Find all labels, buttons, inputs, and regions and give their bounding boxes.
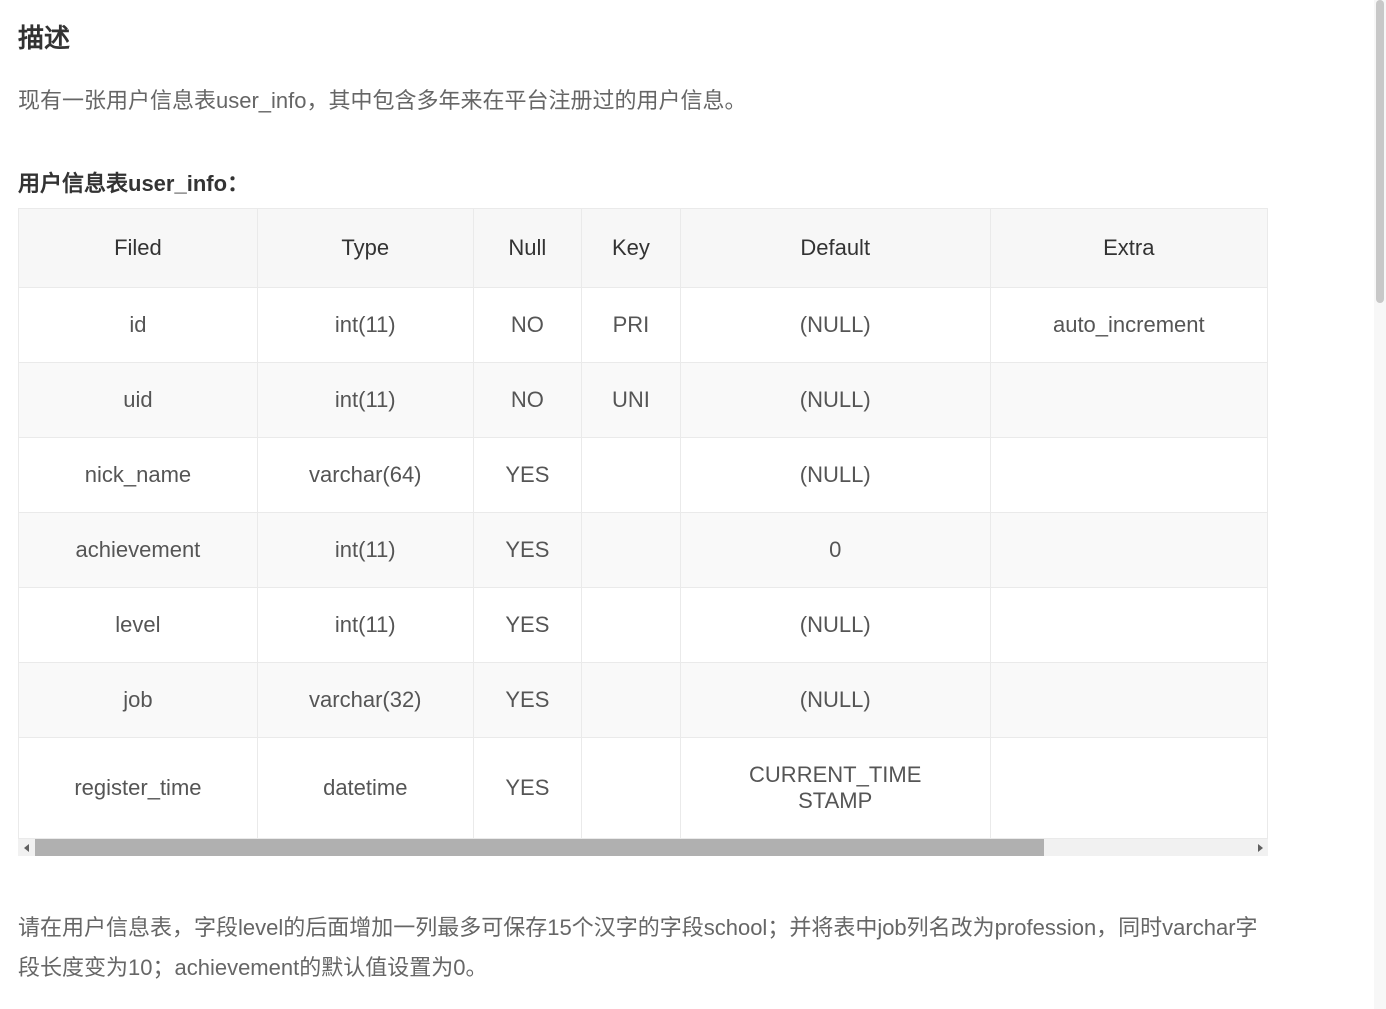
table-cell: datetime (257, 738, 473, 839)
table-cell (990, 438, 1267, 513)
table-cell: id (19, 288, 258, 363)
table-cell: CURRENT_TIMESTAMP (680, 738, 990, 839)
table-cell: auto_increment (990, 288, 1267, 363)
col-header-key: Key (582, 209, 681, 288)
col-header-null: Null (473, 209, 581, 288)
table-cell: NO (473, 288, 581, 363)
scrollbar-thumb[interactable] (35, 839, 1044, 856)
table-row: nick_namevarchar(64)YES (NULL) (19, 438, 1268, 513)
table-cell: (NULL) (680, 438, 990, 513)
table-cell (582, 438, 681, 513)
user-info-table: Filed Type Null Key Default Extra idint(… (18, 208, 1268, 839)
table-cell: YES (473, 663, 581, 738)
table-cell (990, 738, 1267, 839)
table-cell (582, 738, 681, 839)
table-row: levelint(11)YES (NULL) (19, 588, 1268, 663)
instruction-text: 请在用户信息表，字段level的后面增加一列最多可保存15个汉字的字段schoo… (18, 908, 1268, 987)
table-cell: (NULL) (680, 588, 990, 663)
table-cell (990, 663, 1267, 738)
table-cell: level (19, 588, 258, 663)
table-cell: NO (473, 363, 581, 438)
table-cell (990, 513, 1267, 588)
table-cell: int(11) (257, 363, 473, 438)
table-cell: achievement (19, 513, 258, 588)
table-body: idint(11)NOPRI(NULL)auto_incrementuidint… (19, 288, 1268, 839)
table-cell: int(11) (257, 588, 473, 663)
col-header-default: Default (680, 209, 990, 288)
section-title: 描述 (18, 18, 1268, 55)
table-container: Filed Type Null Key Default Extra idint(… (18, 208, 1268, 856)
table-row: idint(11)NOPRI(NULL)auto_increment (19, 288, 1268, 363)
col-header-type: Type (257, 209, 473, 288)
table-cell: uid (19, 363, 258, 438)
table-cell: nick_name (19, 438, 258, 513)
table-cell: YES (473, 588, 581, 663)
table-cell: varchar(64) (257, 438, 473, 513)
description-text: 现有一张用户信息表user_info，其中包含多年来在平台注册过的用户信息。 (18, 83, 1268, 118)
table-row: jobvarchar(32)YES (NULL) (19, 663, 1268, 738)
vertical-scrollbar-thumb[interactable] (1376, 0, 1384, 303)
table-cell (990, 588, 1267, 663)
table-cell: PRI (582, 288, 681, 363)
table-cell: UNI (582, 363, 681, 438)
col-header-extra: Extra (990, 209, 1267, 288)
table-cell: (NULL) (680, 663, 990, 738)
table-cell (990, 363, 1267, 438)
table-cell (582, 663, 681, 738)
table-row: register_timedatetimeYES CURRENT_TIMESTAM… (19, 738, 1268, 839)
table-cell: 0 (680, 513, 990, 588)
table-cell: YES (473, 438, 581, 513)
table-cell (582, 513, 681, 588)
table-cell (582, 588, 681, 663)
scrollbar-track[interactable] (35, 839, 1251, 856)
scroll-right-arrow-icon[interactable] (1251, 839, 1268, 856)
horizontal-scrollbar[interactable] (18, 839, 1268, 856)
table-cell: job (19, 663, 258, 738)
table-cell: YES (473, 513, 581, 588)
table-cell: varchar(32) (257, 663, 473, 738)
scroll-left-arrow-icon[interactable] (18, 839, 35, 856)
table-row: achievementint(11)YES 0 (19, 513, 1268, 588)
vertical-scrollbar[interactable] (1374, 0, 1386, 1009)
table-cell: int(11) (257, 513, 473, 588)
table-cell: register_time (19, 738, 258, 839)
table-title: 用户信息表user_info： (18, 166, 1268, 198)
table-cell: (NULL) (680, 288, 990, 363)
table-cell: int(11) (257, 288, 473, 363)
table-cell: YES (473, 738, 581, 839)
col-header-filed: Filed (19, 209, 258, 288)
table-cell: (NULL) (680, 363, 990, 438)
table-row: uidint(11)NOUNI(NULL) (19, 363, 1268, 438)
table-header-row: Filed Type Null Key Default Extra (19, 209, 1268, 288)
content-wrapper: 描述 现有一张用户信息表user_info，其中包含多年来在平台注册过的用户信息… (18, 18, 1268, 987)
